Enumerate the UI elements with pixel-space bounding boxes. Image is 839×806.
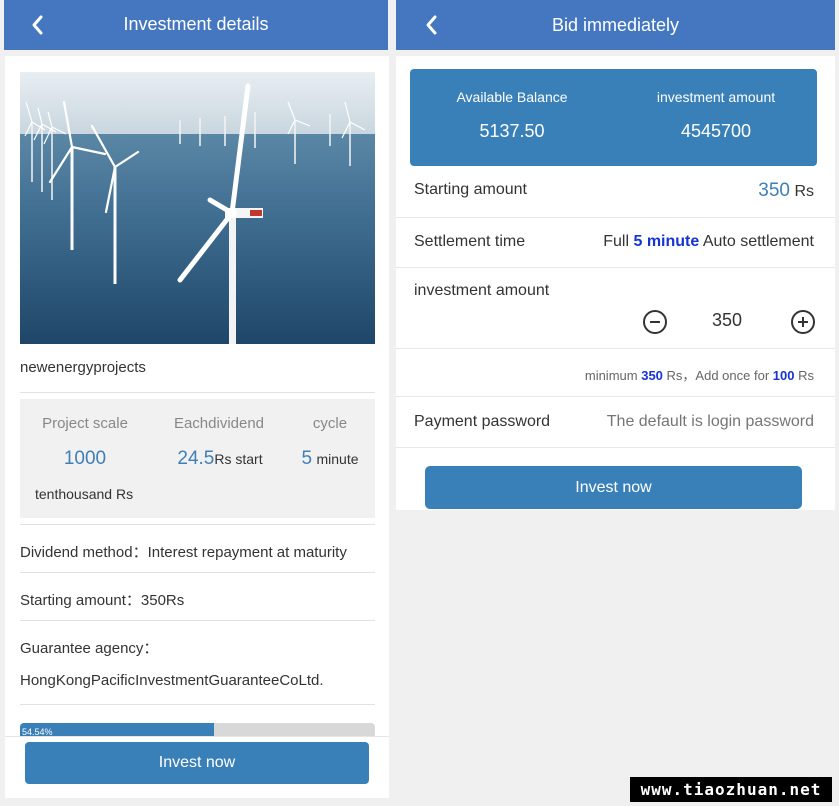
each-dividend-label: Eachdividend bbox=[173, 415, 265, 432]
divider bbox=[20, 620, 375, 621]
divider bbox=[20, 392, 375, 393]
available-balance-label: Available Balance bbox=[456, 89, 568, 105]
cycle-label: cycle bbox=[312, 415, 348, 432]
bid-immediately-screen: Bid immediately Available Balance 5137.5… bbox=[396, 0, 835, 806]
payment-password-row: Payment password bbox=[396, 397, 835, 448]
payment-password-input[interactable] bbox=[554, 411, 814, 433]
divider bbox=[20, 572, 375, 573]
settlement-time-value: Full 5 minute Auto settlement bbox=[603, 233, 814, 250]
invest-now-button[interactable]: Invest now bbox=[425, 466, 802, 509]
investment-amount-label: investment amount bbox=[656, 89, 776, 105]
divider bbox=[20, 524, 375, 525]
guarantee-agency-label: Guarantee agency： bbox=[20, 640, 159, 657]
watermark: www.tiaozhuan.net bbox=[630, 777, 832, 802]
starting-amount: Starting amount：350Rs bbox=[20, 592, 185, 609]
project-stats-panel: Project scale Eachdividend cycle 1000 24… bbox=[20, 399, 375, 518]
starting-amount-label: Starting amount bbox=[414, 181, 527, 198]
invest-now-button[interactable]: Invest now bbox=[25, 742, 369, 784]
investment-amount-input-label: investment amount bbox=[414, 282, 550, 299]
investment-details-screen: Investment details newenergyprojects Pro… bbox=[0, 0, 392, 806]
top-nav-bar: Investment details bbox=[4, 0, 388, 50]
settlement-time-label: Settlement time bbox=[414, 233, 526, 250]
investment-rule-note-row: minimum 350 Rs，Add once for 100 Rs bbox=[396, 349, 835, 397]
project-scale-unit: tenthousand Rs bbox=[35, 486, 134, 502]
investment-amount-value: 4545700 bbox=[680, 121, 752, 141]
project-scale-label: Project scale bbox=[42, 415, 128, 432]
investment-rule-note: minimum 350 Rs，Add once for 100 Rs bbox=[584, 368, 814, 383]
guarantee-agency-value: HongKongPacificInvestmentGuaranteeCoLtd. bbox=[20, 672, 324, 689]
payment-password-label: Payment password bbox=[414, 413, 551, 430]
cycle-value: 5 minute bbox=[301, 448, 359, 469]
starting-amount-value: 350 Rs bbox=[758, 180, 814, 201]
settlement-time-row: Settlement time Full 5 minute Auto settl… bbox=[396, 218, 835, 268]
project-card: newenergyprojects Project scale Eachdivi… bbox=[5, 56, 389, 798]
investment-amount-stepper-value[interactable]: 350 bbox=[712, 310, 742, 331]
balance-card: Available Balance 5137.50 investment amo… bbox=[410, 69, 817, 166]
project-name: newenergyprojects bbox=[20, 359, 146, 376]
dividend-method: Dividend method：Interest repayment at ma… bbox=[20, 544, 347, 561]
investment-amount-row: investment amount 350 bbox=[396, 268, 835, 349]
available-balance-value: 5137.50 bbox=[479, 121, 545, 141]
project-image bbox=[20, 72, 375, 344]
plus-circle-icon[interactable] bbox=[791, 310, 815, 334]
page-title: Investment details bbox=[123, 14, 269, 34]
minus-circle-icon[interactable] bbox=[643, 310, 667, 334]
top-nav-bar: Bid immediately bbox=[396, 0, 835, 50]
divider bbox=[20, 704, 375, 705]
project-scale-value: 1000 bbox=[63, 448, 107, 469]
starting-amount-row: Starting amount 350 Rs bbox=[396, 168, 835, 218]
page-title: Bid immediately bbox=[551, 15, 680, 35]
